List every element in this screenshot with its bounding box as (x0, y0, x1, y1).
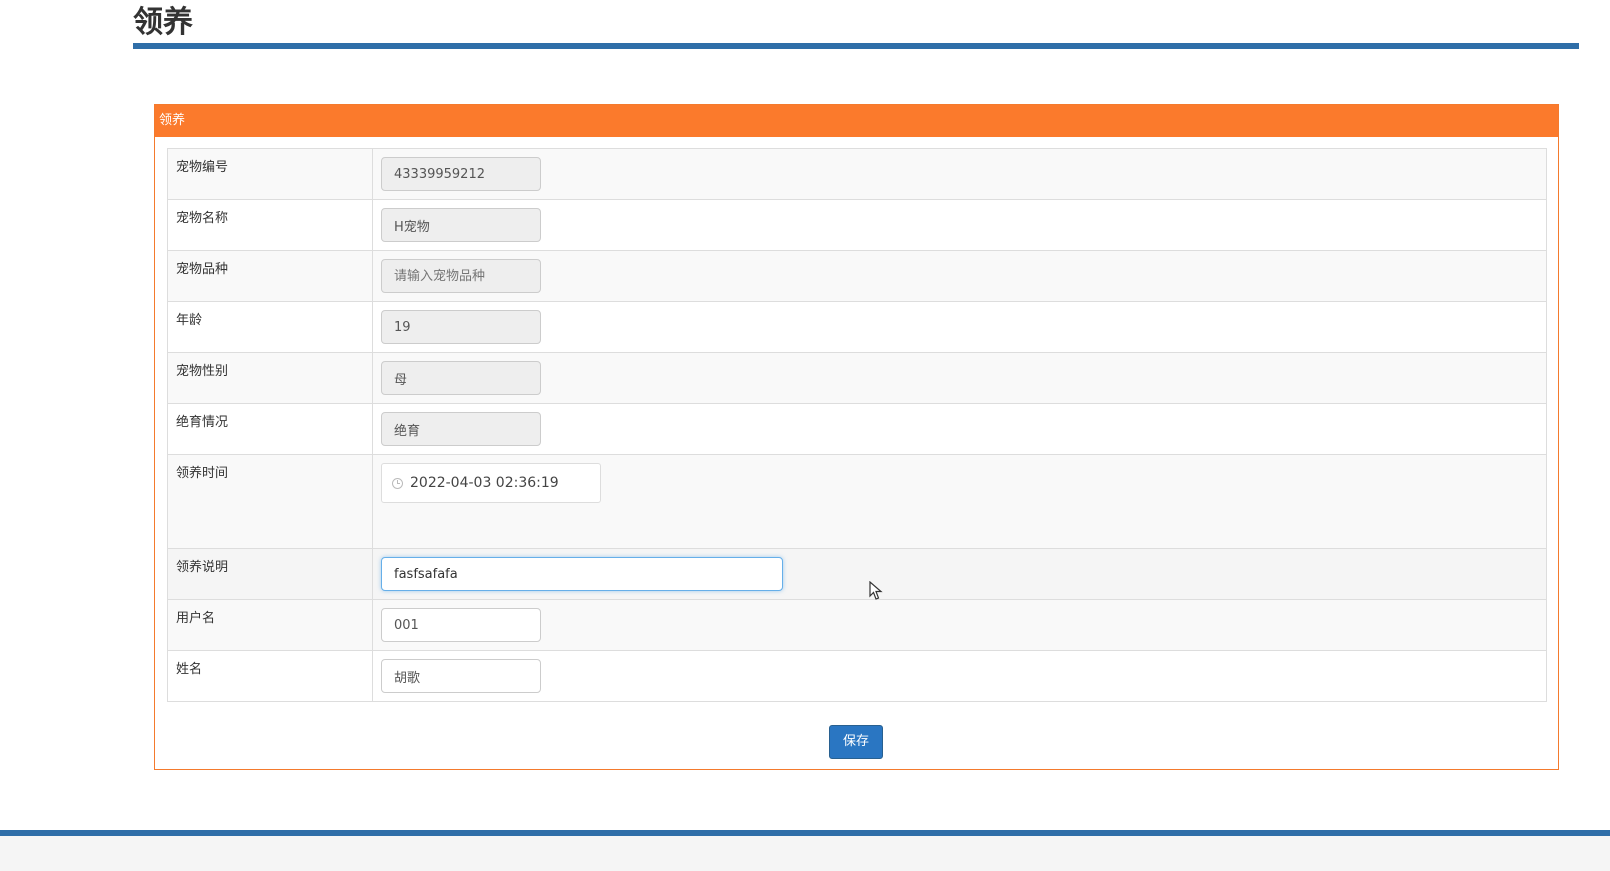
full-name-input[interactable] (381, 659, 541, 693)
clock-icon (392, 477, 403, 489)
pet-name-input[interactable] (381, 208, 541, 242)
page-header: 领养 (133, 0, 1579, 49)
pet-breed-label: 宠物品种 (167, 250, 373, 302)
adoption-panel: 领养 宠物编号 宠物名称 宠物品种 年龄 宠物性别 (154, 104, 1559, 770)
adoption-time-label: 领养时间 (167, 454, 373, 549)
footer-bar (0, 830, 1610, 871)
adoption-note-label: 领养说明 (167, 548, 373, 600)
form-row-username: 用户名 (167, 599, 1547, 651)
username-input[interactable] (381, 608, 541, 642)
mouse-cursor-icon (869, 581, 883, 600)
pet-id-label: 宠物编号 (167, 148, 373, 200)
form-row-age: 年龄 (167, 301, 1547, 353)
adoption-time-picker[interactable]: 2022-04-03 02:36:19 (381, 463, 601, 503)
pet-name-label: 宠物名称 (167, 199, 373, 251)
form-row-adoption-note: 领养说明 (167, 548, 1547, 600)
pet-gender-label: 宠物性别 (167, 352, 373, 404)
form-row-pet-breed: 宠物品种 (167, 250, 1547, 302)
username-label: 用户名 (167, 599, 373, 651)
form-row-pet-id: 宠物编号 (167, 148, 1547, 200)
page-title: 领养 (133, 5, 193, 40)
full-name-label: 姓名 (167, 650, 373, 702)
form-row-full-name: 姓名 (167, 650, 1547, 702)
form-row-sterilization: 绝育情况 (167, 403, 1547, 455)
pet-gender-input[interactable] (381, 361, 541, 395)
form-row-pet-name: 宠物名称 (167, 199, 1547, 251)
adoption-note-input[interactable] (381, 557, 783, 591)
panel-heading: 领养 (155, 105, 1558, 137)
age-input[interactable] (381, 310, 541, 344)
adoption-form-table: 宠物编号 宠物名称 宠物品种 年龄 宠物性别 (167, 148, 1547, 702)
age-label: 年龄 (167, 301, 373, 353)
pet-id-input[interactable] (381, 157, 541, 191)
adoption-time-value: 2022-04-03 02:36:19 (410, 475, 559, 491)
save-button[interactable]: 保存 (829, 725, 883, 759)
sterilization-label: 绝育情况 (167, 403, 373, 455)
pet-breed-input[interactable] (381, 259, 541, 293)
form-row-adoption-time: 领养时间 2022-04-03 02:36:19 (167, 454, 1547, 549)
sterilization-input[interactable] (381, 412, 541, 446)
form-row-pet-gender: 宠物性别 (167, 352, 1547, 404)
